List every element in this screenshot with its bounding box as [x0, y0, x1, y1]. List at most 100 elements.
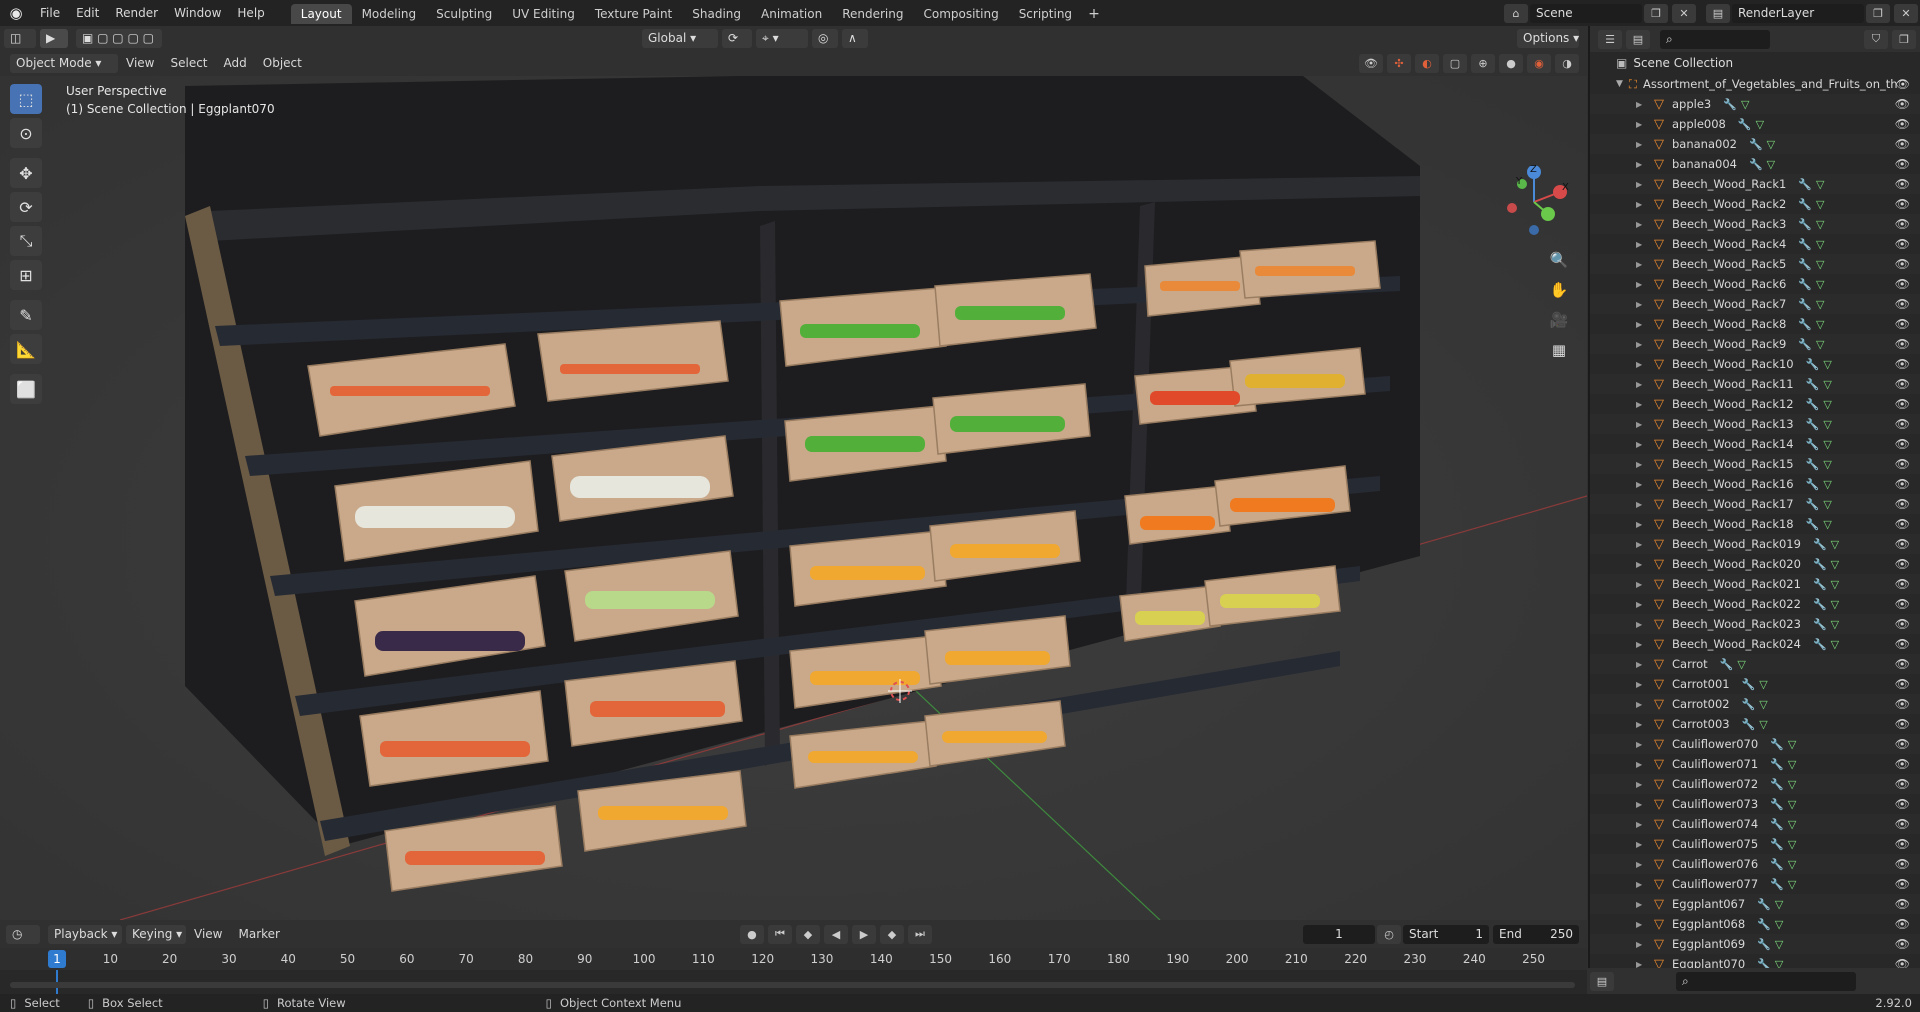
expand-arrow-icon[interactable]: ▶ [1636, 540, 1646, 549]
expand-arrow-icon[interactable]: ▶ [1636, 820, 1646, 829]
eye-icon[interactable]: 👁 [1895, 257, 1910, 271]
eye-icon[interactable]: 👁 [1895, 157, 1910, 171]
pan-hand-icon[interactable]: ✋ [1545, 276, 1573, 304]
filter-icon[interactable]: ⛉ [1864, 29, 1888, 49]
select-tool-icon[interactable]: ▶ [40, 28, 68, 48]
outliner-item[interactable]: ▶ ▽ Beech_Wood_Rack12 🔧 ▽ 👁 [1590, 394, 1920, 414]
eye-icon[interactable]: 👁 [1895, 537, 1910, 551]
outliner-item[interactable]: ▶ ▽ Beech_Wood_Rack024 🔧 ▽ 👁 [1590, 634, 1920, 654]
expand-arrow-icon[interactable]: ▶ [1636, 200, 1646, 209]
next-keyframe-icon[interactable]: ◆ [879, 924, 904, 944]
eye-icon[interactable]: 👁 [1895, 897, 1910, 911]
editor-type-icon[interactable]: ◫ [4, 28, 36, 48]
mesh-data-icon[interactable]: ▽ [1775, 918, 1783, 931]
eye-icon[interactable]: 👁 [1895, 297, 1910, 311]
collection-row[interactable]: ▼ ⛶ Assortment_of_Vegetables_and_Fruits_… [1590, 74, 1920, 94]
modifier-wrench-icon[interactable]: 🔧 [1806, 438, 1820, 451]
solid-shading-icon[interactable]: ● [1499, 53, 1523, 73]
expand-arrow-icon[interactable]: ▶ [1636, 800, 1646, 809]
outliner-item[interactable]: ▶ ▽ Beech_Wood_Rack4 🔧 ▽ 👁 [1590, 234, 1920, 254]
mesh-data-icon[interactable]: ▽ [1788, 838, 1796, 851]
properties-editor-icon[interactable]: ▤ [1590, 971, 1614, 991]
modifier-wrench-icon[interactable]: 🔧 [1770, 778, 1784, 791]
eye-icon[interactable]: 👁 [1895, 757, 1910, 771]
menu-select[interactable]: Select [162, 56, 215, 70]
prev-keyframe-icon[interactable]: ◆ [795, 924, 820, 944]
expand-arrow-icon[interactable]: ▶ [1636, 360, 1646, 369]
add-cube-tool-icon[interactable]: ⬜ [10, 374, 42, 404]
mesh-data-icon[interactable]: ▽ [1823, 398, 1831, 411]
mesh-data-icon[interactable]: ▽ [1759, 678, 1767, 691]
outliner-item[interactable]: ▶ ▽ Cauliflower076 🔧 ▽ 👁 [1590, 854, 1920, 874]
tab-sculpting[interactable]: Sculpting [426, 4, 502, 24]
play-reverse-icon[interactable]: ◀ [823, 924, 848, 944]
eye-icon[interactable]: 👁 [1895, 517, 1910, 531]
expand-arrow-icon[interactable]: ▶ [1636, 740, 1646, 749]
mesh-data-icon[interactable]: ▽ [1831, 558, 1839, 571]
modifier-wrench-icon[interactable]: 🔧 [1770, 838, 1784, 851]
outliner-item[interactable]: ▶ ▽ Beech_Wood_Rack11 🔧 ▽ 👁 [1590, 374, 1920, 394]
collapse-arrow-icon[interactable]: ▼ [1616, 79, 1623, 89]
playhead[interactable]: 1 [48, 950, 66, 968]
mesh-data-icon[interactable]: ▽ [1823, 498, 1831, 511]
expand-arrow-icon[interactable]: ▶ [1636, 640, 1646, 649]
outliner-item[interactable]: ▶ ▽ apple008 🔧 ▽ 👁 [1590, 114, 1920, 134]
modifier-wrench-icon[interactable]: 🔧 [1806, 358, 1820, 371]
expand-arrow-icon[interactable]: ▶ [1636, 840, 1646, 849]
eye-icon[interactable]: 👁 [1895, 417, 1910, 431]
mesh-data-icon[interactable]: ▽ [1831, 578, 1839, 591]
eye-icon[interactable]: 👁 [1895, 617, 1910, 631]
snap-icon[interactable]: ⌖ ▾ [756, 28, 808, 48]
properties-search-input[interactable]: ⌕ [1676, 971, 1856, 991]
expand-arrow-icon[interactable]: ▶ [1636, 720, 1646, 729]
timeline-area[interactable]: 1 10 20 30 40 50 60 70 80 90 100 110 120 130 140 150 16… [0, 948, 1587, 994]
expand-arrow-icon[interactable]: ▶ [1636, 940, 1646, 949]
mesh-data-icon[interactable]: ▽ [1788, 878, 1796, 891]
modifier-wrench-icon[interactable]: 🔧 [1757, 938, 1771, 951]
modifier-wrench-icon[interactable]: 🔧 [1813, 618, 1827, 631]
outliner-item[interactable]: ▶ ▽ Beech_Wood_Rack9 🔧 ▽ 👁 [1590, 334, 1920, 354]
mesh-data-icon[interactable]: ▽ [1823, 458, 1831, 471]
proportional-edit-icon[interactable]: ◎ [812, 28, 838, 48]
tab-shading[interactable]: Shading [682, 4, 751, 24]
modifier-wrench-icon[interactable]: 🔧 [1770, 878, 1784, 891]
mesh-data-icon[interactable]: ▽ [1816, 318, 1824, 331]
gizmo-toggle-icon[interactable]: ✣ [1387, 53, 1411, 73]
current-frame-field[interactable]: 1 [1303, 924, 1375, 944]
eye-icon[interactable]: 👁 [1895, 597, 1910, 611]
rendered-shading-icon[interactable]: ◑ [1555, 53, 1579, 73]
expand-arrow-icon[interactable]: ▶ [1636, 660, 1646, 669]
expand-arrow-icon[interactable]: ▶ [1636, 340, 1646, 349]
outliner-display-icon[interactable]: ▤ [1626, 29, 1650, 49]
eye-icon[interactable]: 👁 [1895, 557, 1910, 571]
start-frame-field[interactable]: Start 1 [1403, 924, 1489, 944]
annotate-tool-icon[interactable]: ✎ [10, 300, 42, 330]
outliner-item[interactable]: ▶ ▽ Beech_Wood_Rack2 🔧 ▽ 👁 [1590, 194, 1920, 214]
outliner-editor-icon[interactable]: ☰ [1598, 29, 1622, 49]
eye-icon[interactable]: 👁 [1895, 717, 1910, 731]
scene-icon[interactable]: ⌂ [1504, 3, 1528, 23]
modifier-wrench-icon[interactable]: 🔧 [1757, 918, 1771, 931]
eye-icon[interactable]: 👁 [1895, 217, 1910, 231]
close-scene-icon[interactable]: ✕ [1672, 3, 1696, 23]
eye-icon[interactable]: 👁 [1895, 937, 1910, 951]
options-dropdown[interactable]: Options ▾ [1517, 28, 1579, 48]
outliner-item[interactable]: ▶ ▽ banana004 🔧 ▽ 👁 [1590, 154, 1920, 174]
menu-render[interactable]: Render [107, 6, 166, 20]
modifier-wrench-icon[interactable]: 🔧 [1757, 898, 1771, 911]
mesh-data-icon[interactable]: ▽ [1788, 738, 1796, 751]
outliner-item[interactable]: ▶ ▽ Beech_Wood_Rack18 🔧 ▽ 👁 [1590, 514, 1920, 534]
timeline-editor-icon[interactable]: ◷ [6, 924, 40, 944]
jump-end-icon[interactable]: ⏭ [907, 924, 932, 944]
expand-arrow-icon[interactable]: ▶ [1636, 500, 1646, 509]
eye-icon[interactable]: 👁 [1895, 837, 1910, 851]
modifier-wrench-icon[interactable]: 🔧 [1798, 278, 1812, 291]
menu-help[interactable]: Help [229, 6, 272, 20]
tab-texture-paint[interactable]: Texture Paint [585, 4, 682, 24]
outliner-search-input[interactable]: ⌕ [1660, 29, 1770, 49]
expand-arrow-icon[interactable]: ▶ [1636, 480, 1646, 489]
modifier-wrench-icon[interactable]: 🔧 [1798, 258, 1812, 271]
mesh-data-icon[interactable]: ▽ [1816, 298, 1824, 311]
add-workspace-button[interactable]: + [1082, 4, 1106, 24]
outliner-item[interactable]: ▶ ▽ Cauliflower072 🔧 ▽ 👁 [1590, 774, 1920, 794]
